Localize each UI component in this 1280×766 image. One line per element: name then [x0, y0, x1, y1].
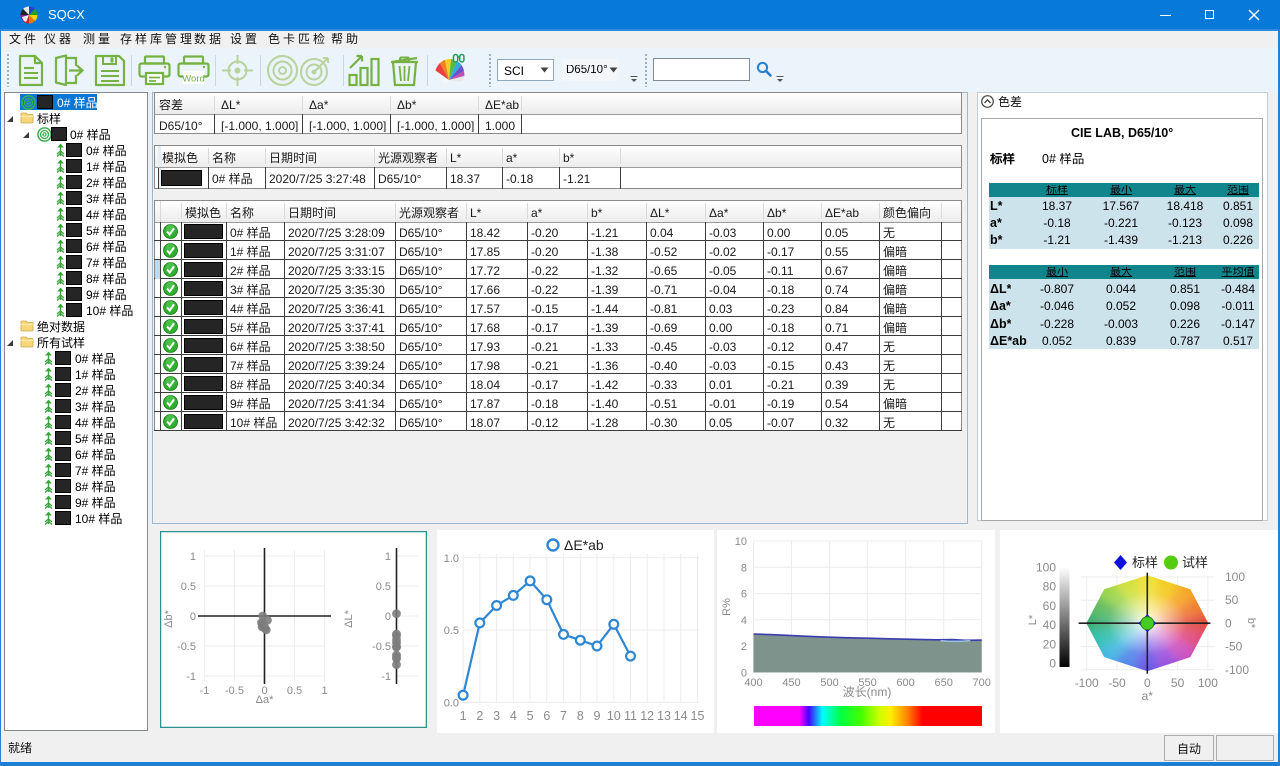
- svg-text:9: 9: [594, 709, 601, 723]
- svg-text:15: 15: [691, 709, 705, 723]
- svg-text:Δa*: Δa*: [256, 694, 274, 706]
- svg-text:ΔL*: ΔL*: [343, 609, 355, 627]
- svg-text:400: 400: [744, 677, 762, 689]
- svg-text:50: 50: [1225, 593, 1239, 607]
- svg-text:4: 4: [510, 709, 517, 723]
- svg-text:11: 11: [624, 709, 637, 723]
- svg-text:Word: Word: [182, 74, 205, 85]
- svg-text:4: 4: [741, 615, 747, 627]
- svg-text:-1: -1: [381, 671, 391, 683]
- svg-text:0.5: 0.5: [376, 581, 391, 593]
- svg-text:20: 20: [1043, 637, 1057, 651]
- svg-text:12: 12: [640, 709, 654, 723]
- svg-text:0: 0: [741, 667, 747, 679]
- svg-text:500: 500: [820, 677, 838, 689]
- svg-text:13: 13: [657, 709, 671, 723]
- svg-text:0: 0: [190, 611, 196, 623]
- svg-text:-0.5: -0.5: [177, 641, 196, 653]
- svg-text:3: 3: [493, 709, 500, 723]
- svg-text:-1: -1: [186, 671, 196, 683]
- svg-text:试样: 试样: [1182, 555, 1208, 570]
- svg-text:Δb*: Δb*: [163, 609, 175, 627]
- svg-text:40: 40: [1043, 618, 1057, 632]
- svg-text:0.0: 0.0: [444, 697, 459, 709]
- svg-text:R%: R%: [721, 598, 733, 616]
- svg-text:0: 0: [1225, 616, 1232, 630]
- svg-text:0.5: 0.5: [287, 685, 302, 697]
- svg-text:L*: L*: [1027, 614, 1039, 625]
- svg-text:1.0: 1.0: [444, 553, 459, 565]
- svg-text:14: 14: [674, 709, 688, 723]
- svg-text:-100: -100: [1075, 676, 1099, 690]
- svg-text:80: 80: [1043, 580, 1057, 594]
- svg-text:0: 0: [1049, 657, 1056, 671]
- svg-text:100: 100: [1198, 676, 1218, 690]
- svg-text:b*: b*: [1245, 618, 1257, 629]
- svg-text:-50: -50: [1108, 676, 1126, 690]
- svg-text:2: 2: [476, 709, 483, 723]
- svg-text:-50: -50: [1225, 640, 1243, 654]
- svg-text:600: 600: [896, 677, 914, 689]
- svg-text:-0.5: -0.5: [372, 641, 391, 653]
- svg-text:100: 100: [1225, 570, 1245, 584]
- svg-text:1: 1: [190, 551, 196, 563]
- svg-text:0: 0: [385, 611, 391, 623]
- svg-text:50: 50: [1171, 676, 1185, 690]
- svg-text:-100: -100: [1225, 663, 1249, 677]
- svg-text:10: 10: [607, 709, 621, 723]
- svg-text:1: 1: [385, 551, 391, 563]
- svg-text:8: 8: [577, 709, 584, 723]
- svg-text:100: 100: [1036, 561, 1056, 575]
- svg-text:2: 2: [741, 641, 747, 653]
- svg-text:8: 8: [741, 562, 747, 574]
- svg-text:0: 0: [1144, 676, 1151, 690]
- svg-text:0.5: 0.5: [181, 581, 196, 593]
- svg-text:-0.5: -0.5: [225, 685, 244, 697]
- svg-text:6: 6: [543, 709, 550, 723]
- svg-text:6: 6: [741, 589, 747, 601]
- svg-text:ΔE*ab: ΔE*ab: [564, 537, 604, 553]
- svg-text:650: 650: [935, 677, 953, 689]
- svg-text:1: 1: [460, 709, 467, 723]
- svg-text:5: 5: [527, 709, 534, 723]
- svg-text:0.5: 0.5: [444, 625, 459, 637]
- svg-text:450: 450: [782, 677, 800, 689]
- svg-text:700: 700: [973, 677, 991, 689]
- svg-text:-1: -1: [200, 685, 210, 697]
- svg-text:波长(nm): 波长(nm): [843, 685, 892, 699]
- svg-text:a*: a*: [1142, 689, 1154, 703]
- svg-text:7: 7: [560, 709, 567, 723]
- svg-text:10: 10: [735, 536, 747, 548]
- svg-text:标样: 标样: [1132, 555, 1158, 570]
- svg-text:1: 1: [321, 685, 327, 697]
- svg-text:60: 60: [1043, 599, 1057, 613]
